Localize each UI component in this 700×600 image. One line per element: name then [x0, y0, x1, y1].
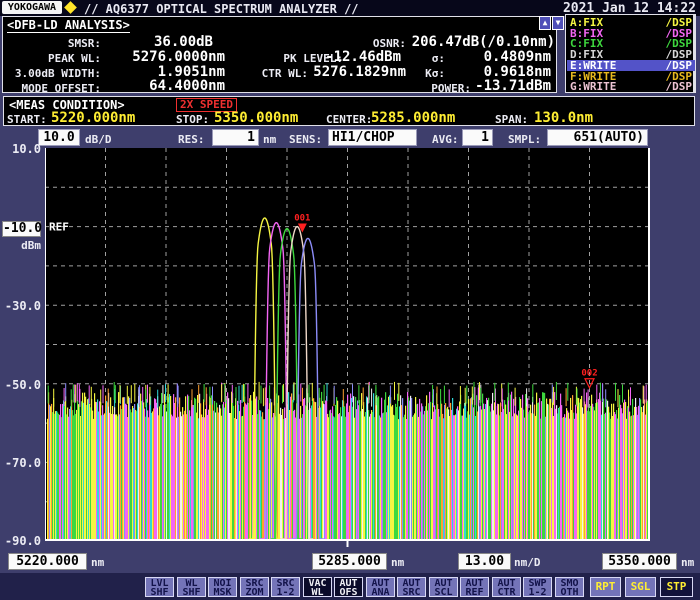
- spectrum-plot: REF 001 002: [45, 148, 650, 548]
- softkey-label: SRC: [398, 588, 425, 597]
- span-label: SPAN:: [495, 113, 528, 126]
- repeat-sweep-button[interactable]: RPT: [590, 577, 621, 597]
- x-start-unit: nm: [91, 556, 104, 569]
- mode-offset-label: MODE OFFSET:: [3, 82, 101, 95]
- scroll-up-icon[interactable]: ▲: [539, 16, 551, 30]
- y-tick-m30: -30.0: [0, 299, 41, 313]
- x-start-field[interactable]: 5220.000: [8, 553, 87, 570]
- yokogawa-logo: YOKOGAWA: [2, 1, 62, 14]
- osa-screen: YOKOGAWA // AQ6377 OPTICAL SPECTRUM ANAL…: [0, 0, 700, 600]
- analysis-heading: <DFB-LD ANALYSIS>: [7, 18, 130, 33]
- trace-name: G:WRITE: [570, 81, 616, 92]
- pk-level-value: -12.46dBm: [303, 49, 401, 65]
- ctr-wl-value: 5276.1829nm: [306, 64, 406, 80]
- smsr-label: SMSR:: [3, 37, 101, 50]
- x-stop-field[interactable]: 5350.000: [602, 553, 677, 570]
- softkey-swp-1-2[interactable]: SWP1-2: [523, 577, 552, 597]
- width-3db-label: 3.00dB WIDTH:: [3, 67, 101, 80]
- smpl-field[interactable]: 651(AUTO): [547, 129, 648, 146]
- softkey-aut-scl[interactable]: AUTSCL: [429, 577, 458, 597]
- trace-status: /DSP: [666, 81, 693, 92]
- softkey-label: ANA: [367, 588, 394, 597]
- softkey-label: CTR: [493, 588, 520, 597]
- start-value[interactable]: 5220.000nm: [51, 110, 135, 126]
- stop-value[interactable]: 5350.000nm: [214, 110, 298, 126]
- trace-list: A:FIX/DSPB:FIX/DSPC:FIX/DSPD:FIX/DSPE:WR…: [565, 14, 696, 93]
- softkey-aut-src[interactable]: AUTSRC: [397, 577, 426, 597]
- osnr-value: 206.47dB(/0.10nm): [403, 34, 555, 50]
- sens-field[interactable]: HI1/CHOP: [328, 129, 417, 146]
- y-tick-m50: -50.0: [0, 378, 41, 392]
- trace-row-g[interactable]: G:WRITE/DSP: [567, 81, 695, 92]
- level-scale-field[interactable]: 10.0: [38, 129, 80, 146]
- softkey-aut-ref[interactable]: AUTREF: [460, 577, 489, 597]
- softkey-label: REF: [461, 588, 488, 597]
- softkey-label: OTH: [556, 588, 583, 597]
- x-center-unit: nm: [391, 556, 404, 569]
- softkey-label: OFS: [335, 588, 362, 597]
- avg-label: AVG:: [432, 133, 459, 146]
- yokogawa-diamond-icon: [64, 1, 77, 14]
- res-unit: nm: [263, 133, 276, 146]
- softkey-aut-ana[interactable]: AUTANA: [366, 577, 395, 597]
- softkey-aut-ctr[interactable]: AUTCTR: [492, 577, 521, 597]
- res-field[interactable]: 1: [212, 129, 259, 146]
- sigma-value: 0.4809nm: [445, 49, 551, 65]
- softkey-label: SHF: [178, 588, 205, 597]
- page-title: // AQ6377 OPTICAL SPECTRUM ANALYZER //: [84, 2, 359, 16]
- softkey-label: 1-2: [524, 588, 551, 597]
- softkey-smo-oth[interactable]: SMOOTH: [555, 577, 584, 597]
- softkey-vac-wl[interactable]: VACWL: [303, 577, 332, 597]
- center-label: CENTER:: [326, 113, 372, 126]
- y-tick-10: 10.0: [0, 142, 41, 156]
- ref-level-field[interactable]: -10.0: [2, 221, 41, 237]
- analysis-panel: <DFB-LD ANALYSIS> SMSR: 36.00dB OSNR: 20…: [2, 16, 557, 93]
- softkey-src-1-2[interactable]: SRC1-2: [271, 577, 300, 597]
- ksigma-label: Kσ:: [403, 67, 445, 80]
- peak-wl-value: 5276.0000nm: [103, 49, 225, 65]
- marker-002-label: 002: [581, 369, 597, 379]
- x-center-field[interactable]: 5285.000: [312, 553, 387, 570]
- center-value[interactable]: 5285.000nm: [371, 110, 455, 126]
- x-per-div-unit: nm/D: [514, 556, 541, 569]
- softkey-label: SCL: [430, 588, 457, 597]
- mode-offset-value: 64.4000nm: [103, 78, 225, 94]
- scroll-down-icon[interactable]: ▼: [552, 16, 564, 30]
- stop-label: STOP:: [176, 113, 209, 126]
- softkey-label: WL: [304, 588, 331, 597]
- sigma-label: σ:: [403, 52, 445, 65]
- marker-001-label: 001: [294, 213, 310, 223]
- softkey-bar: RPT SGL STP LVLSHFWLSHFNOIMSKSRCZOMSRC1-…: [0, 573, 700, 600]
- softkey-noi-msk[interactable]: NOIMSK: [208, 577, 237, 597]
- softkey-wl-shf[interactable]: WLSHF: [177, 577, 206, 597]
- smpl-label: SMPL:: [508, 133, 541, 146]
- softkey-src-zom[interactable]: SRCZOM: [240, 577, 269, 597]
- res-label: RES:: [178, 133, 205, 146]
- softkey-label: ZOM: [241, 588, 268, 597]
- softkey-label: SHF: [146, 588, 173, 597]
- level-scale-unit: dB/D: [85, 133, 112, 146]
- single-sweep-button[interactable]: SGL: [625, 577, 656, 597]
- ctr-wl-label: CTR WL:: [241, 67, 308, 80]
- y-tick-m70: -70.0: [0, 456, 41, 470]
- ref-line-label: REF: [49, 221, 69, 234]
- stop-sweep-button[interactable]: STP: [660, 577, 693, 597]
- softkey-lvl-shf[interactable]: LVLSHF: [145, 577, 174, 597]
- span-value[interactable]: 130.0nm: [534, 110, 593, 126]
- softkey-aut-ofs[interactable]: AUTOFS: [334, 577, 363, 597]
- meas-condition-panel: <MEAS CONDITION> 2X SPEED START: 5220.00…: [3, 96, 695, 126]
- peak-wl-label: PEAK WL:: [3, 52, 101, 65]
- sens-label: SENS:: [289, 133, 322, 146]
- power-value: -13.71dBm: [451, 78, 551, 94]
- softkey-label: 1-2: [272, 588, 299, 597]
- x-per-div-field[interactable]: 13.00: [458, 553, 511, 570]
- smsr-value: 36.00dB: [103, 34, 213, 50]
- softkey-label: MSK: [209, 588, 236, 597]
- start-label: START:: [7, 113, 47, 126]
- avg-field[interactable]: 1: [462, 129, 493, 146]
- y-axis-unit: dBm: [0, 239, 41, 252]
- y-tick-m90: -90.0: [0, 534, 41, 548]
- x-stop-unit: nm: [681, 556, 694, 569]
